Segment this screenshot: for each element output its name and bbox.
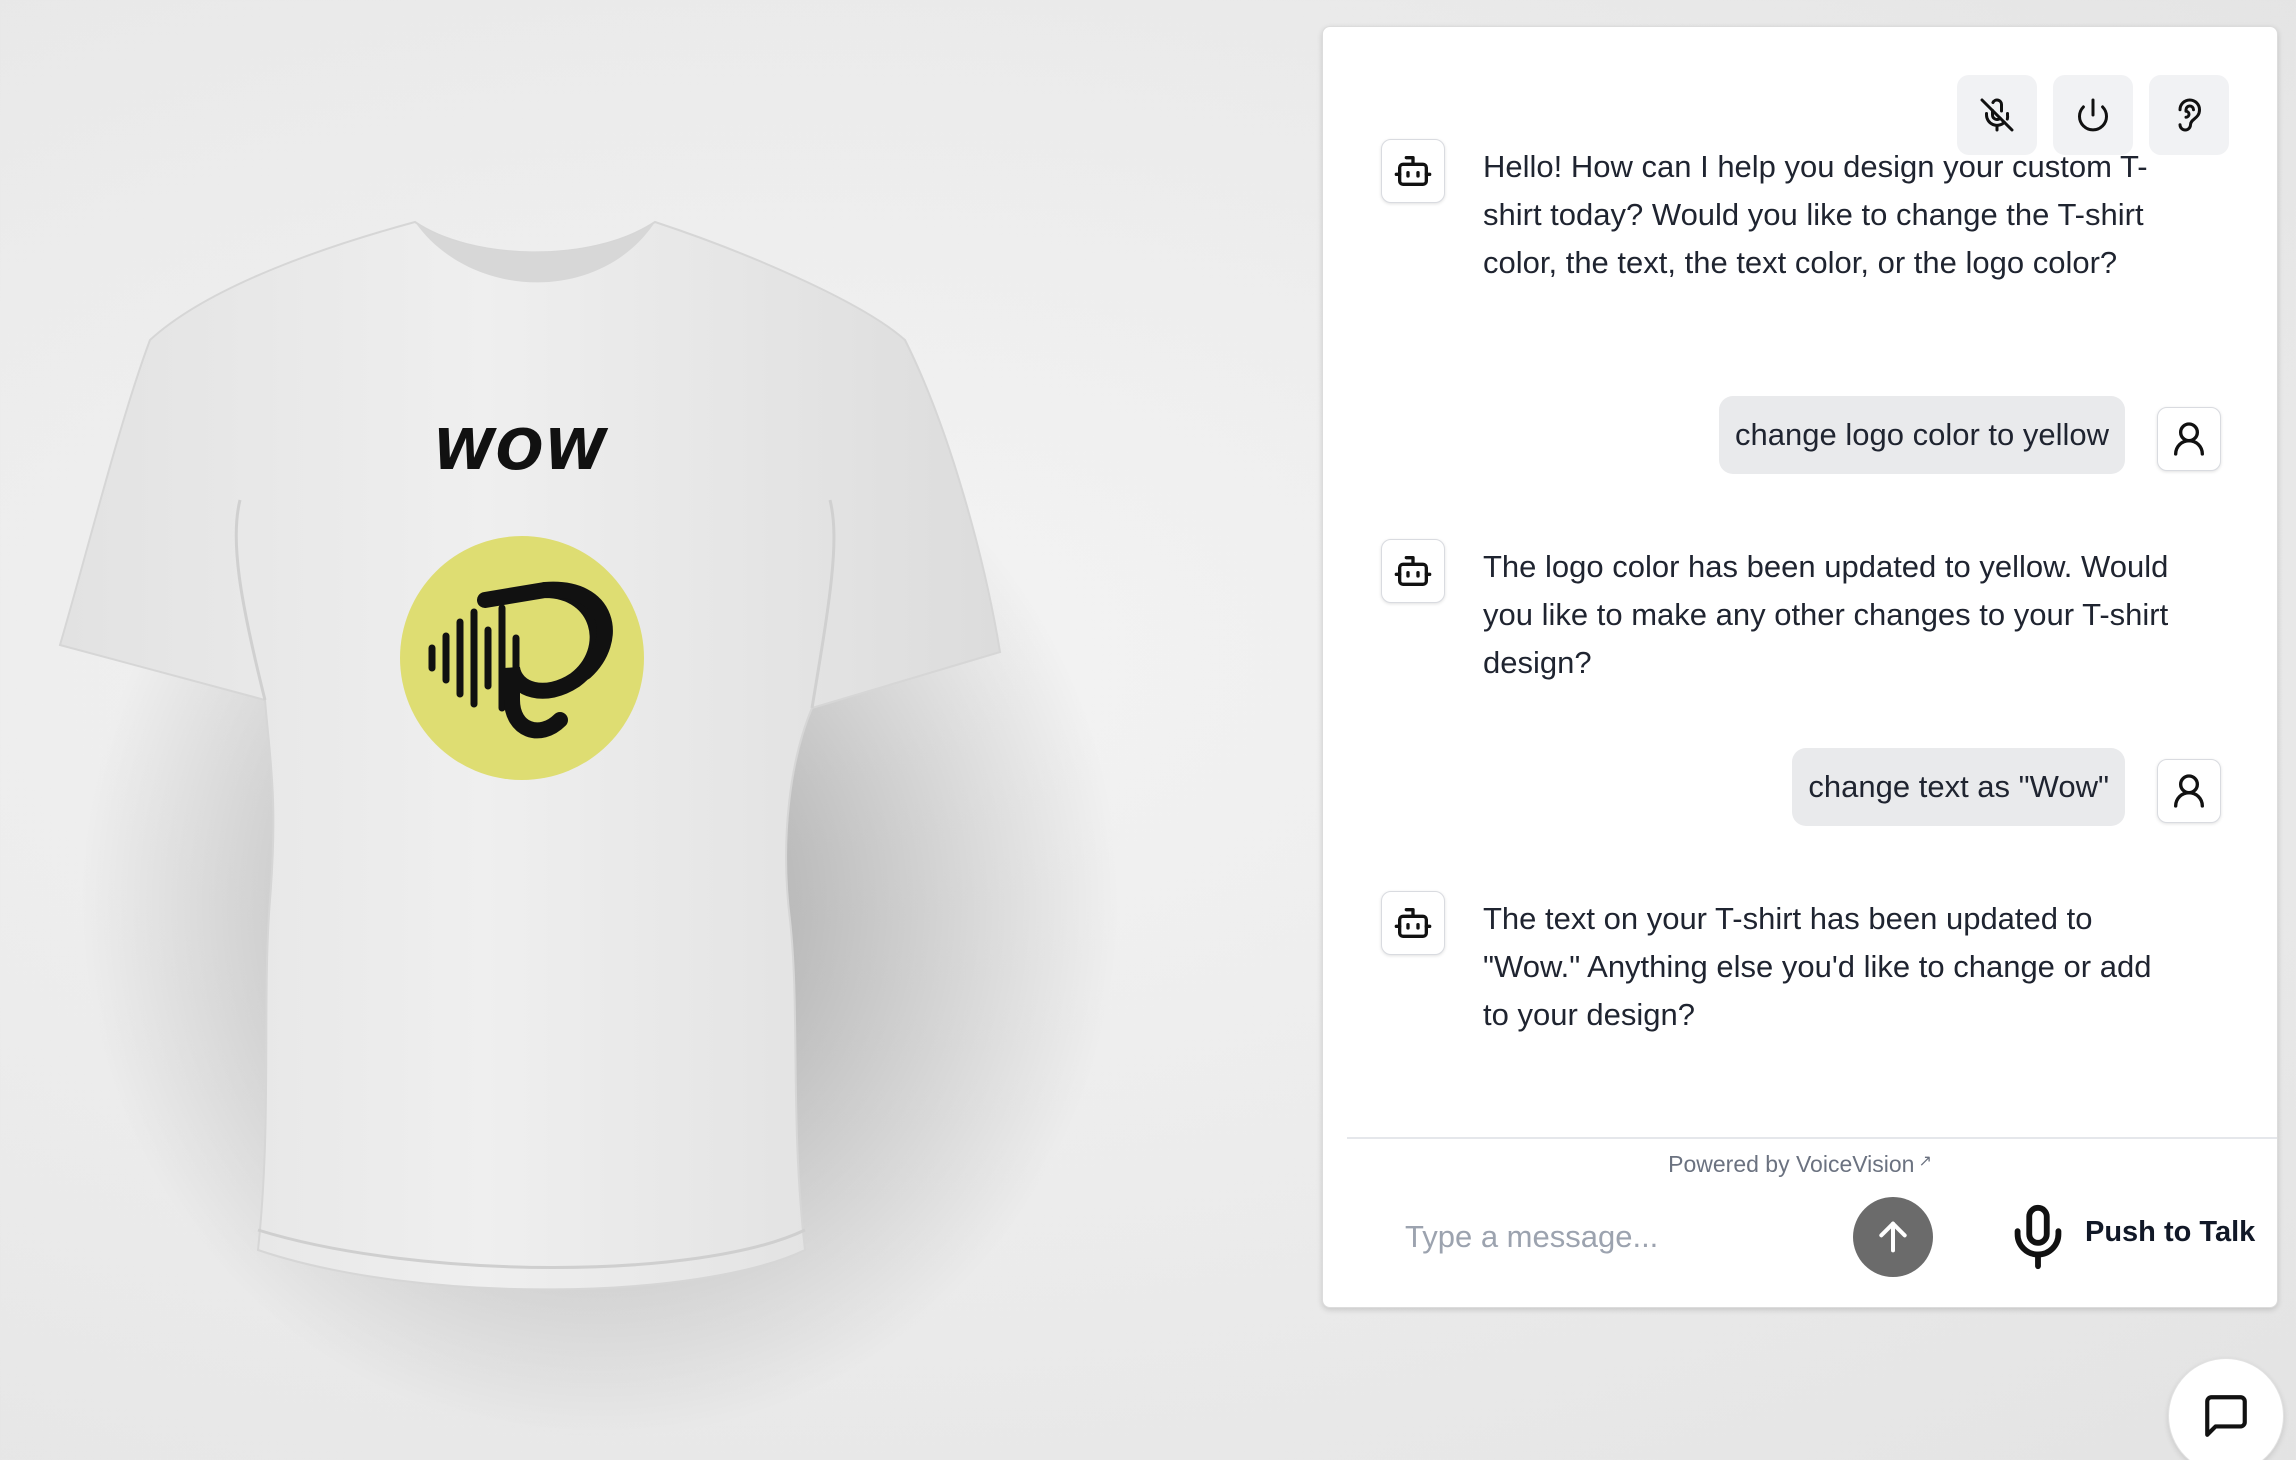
bot-avatar (1381, 539, 1445, 603)
shirt-text: WOW (432, 418, 608, 483)
message-input[interactable] (1403, 1208, 1827, 1266)
bot-message: The logo color has been updated to yello… (1483, 549, 2169, 680)
input-divider (1347, 1137, 2277, 1139)
tshirt-preview: WOW (0, 0, 1300, 1460)
mic-icon[interactable] (2003, 1202, 2073, 1272)
mic-off-icon (1980, 98, 2014, 132)
bot-avatar (1381, 891, 1445, 955)
send-button[interactable] (1853, 1197, 1933, 1277)
bot-avatar (1381, 139, 1445, 203)
chat-toggle-button[interactable] (2168, 1358, 2284, 1460)
user-avatar (2157, 407, 2221, 471)
user-icon (2174, 422, 2204, 456)
user-message: change text as "Wow" (1792, 748, 2125, 826)
powered-by-text[interactable]: Powered by VoiceVision (1668, 1151, 1914, 1177)
bot-message: Hello! How can I help you design your cu… (1483, 149, 2148, 280)
user-avatar (2157, 759, 2221, 823)
input-row: Push to Talk (1323, 1182, 2277, 1292)
message-square-icon (2205, 1395, 2247, 1437)
voicevision-logo-icon (400, 536, 644, 780)
bot-icon (1394, 908, 1432, 938)
power-icon (2078, 98, 2108, 132)
arrow-up-icon (1879, 1221, 1907, 1253)
push-to-talk-button[interactable]: Push to Talk (2085, 1216, 2255, 1249)
user-icon (2174, 774, 2204, 808)
bot-icon (1394, 156, 1432, 186)
bot-icon (1394, 556, 1432, 586)
external-link-icon: ↗ (1918, 1153, 1932, 1170)
user-message: change logo color to yellow (1719, 396, 2125, 474)
chat-panel: Hello! How can I help you design your cu… (1322, 26, 2278, 1308)
bot-message: The text on your T-shirt has been update… (1483, 901, 2152, 1032)
powered-by[interactable]: Powered by VoiceVision ↗ (1323, 1151, 2277, 1178)
ear-icon (2178, 98, 2201, 132)
tshirt-image (58, 220, 1120, 1440)
